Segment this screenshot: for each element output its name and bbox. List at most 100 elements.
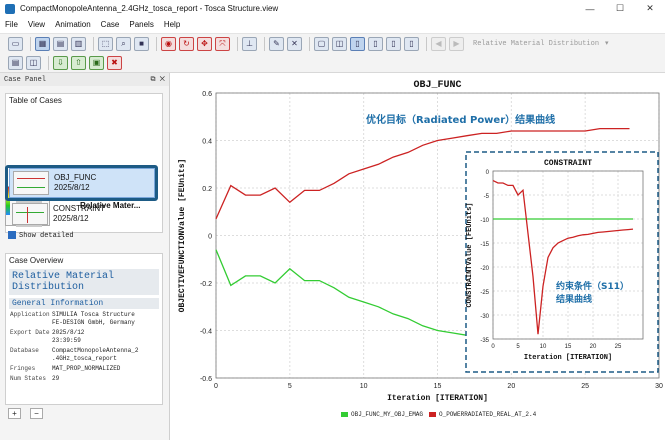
- show-detailed-checkbox[interactable]: Show detailed: [8, 231, 74, 240]
- select-icon[interactable]: ⬚: [98, 36, 113, 51]
- import-icon[interactable]: ⇧: [71, 55, 86, 70]
- menu-help[interactable]: Help: [159, 20, 185, 29]
- y-tick-label: -0.2: [200, 281, 212, 288]
- y-axis-label: CONSTRAINTValue [FEUnits]: [466, 202, 474, 307]
- y-tick-label: -0.4: [200, 329, 212, 336]
- layout-5-icon[interactable]: ▯: [386, 36, 401, 51]
- checkbox-icon[interactable]: [8, 231, 16, 239]
- minimize-button[interactable]: —: [575, 0, 605, 17]
- menu-case[interactable]: Case: [96, 20, 125, 29]
- x-tick-label: 5: [288, 383, 292, 390]
- y-tick-label: 0.4: [202, 139, 212, 146]
- y-tick-label: 0.6: [202, 91, 212, 98]
- app-icon: [5, 3, 15, 14]
- clear-icon[interactable]: ✕: [287, 36, 302, 51]
- grid-icon[interactable]: ▤: [53, 36, 68, 51]
- case-item-constraint[interactable]: CONSTRAINT 2025/8/12: [9, 201, 155, 227]
- split-icon[interactable]: ◫: [26, 55, 41, 70]
- add-case-button[interactable]: +: [8, 408, 21, 419]
- panel-toggle-icon[interactable]: ▤: [8, 55, 23, 70]
- rotate-icon[interactable]: ↻: [179, 36, 194, 51]
- menu-view[interactable]: View: [23, 20, 50, 29]
- general-info-heading: General Information: [9, 298, 159, 309]
- case-panel-header: Case Panel ⧉ ✕: [0, 73, 169, 86]
- layout-6-icon[interactable]: ▯: [404, 36, 419, 51]
- info-row: Database CompactMonopoleAntenna_2 .4GHz_t…: [10, 347, 139, 362]
- y-tick-label: -5: [484, 194, 490, 200]
- x-tick-label: 30: [655, 383, 663, 390]
- x-tick-label: 0: [214, 383, 218, 390]
- x-tick-label: 25: [615, 344, 622, 350]
- record-icon[interactable]: ◉: [161, 36, 176, 51]
- open-icon[interactable]: ▭: [8, 36, 23, 51]
- y-tick-label: -0.6: [200, 376, 212, 383]
- maximize-button[interactable]: ☐: [605, 0, 635, 17]
- y-tick-label: -10: [480, 218, 489, 224]
- y-tick-label: -35: [480, 338, 489, 344]
- case-name: CONSTRAINT: [53, 204, 105, 213]
- chart-title: OBJ_FUNC: [413, 80, 461, 91]
- legend-label-2: O_POWERRADIATED_REAL_AT_2.4: [439, 411, 537, 418]
- x-tick-label: 15: [434, 383, 442, 390]
- zoom-icon[interactable]: ⌕: [116, 36, 131, 51]
- menu-file[interactable]: File: [0, 20, 23, 29]
- delete-icon[interactable]: ✖: [107, 55, 122, 70]
- menu-animation[interactable]: Animation: [50, 20, 96, 29]
- info-row: Fringes MAT_PROP_NORMALIZED: [10, 365, 121, 372]
- x-axis-label: Iteration [ITERATION]: [387, 394, 488, 403]
- back-icon[interactable]: ◀: [431, 36, 446, 51]
- layout-1-icon[interactable]: ▢: [314, 36, 329, 51]
- info-row: Application SIMULIA Tosca Structure FE-DE…: [10, 311, 135, 326]
- fill-icon[interactable]: ■: [134, 36, 149, 51]
- forward-icon[interactable]: ▶: [449, 36, 464, 51]
- report-icon[interactable]: ▣: [89, 55, 104, 70]
- x-tick-label: 15: [565, 344, 572, 350]
- table-icon[interactable]: ▥: [71, 36, 86, 51]
- measure-icon[interactable]: ✎: [269, 36, 284, 51]
- combo-arrow-icon[interactable]: ▾: [605, 39, 609, 48]
- close-button[interactable]: ✕: [635, 0, 665, 17]
- remove-case-button[interactable]: −: [30, 408, 43, 419]
- legend-swatch-1: [341, 412, 348, 417]
- case-thumbnail: [12, 203, 48, 225]
- chart-title: CONSTRAINT: [544, 159, 592, 168]
- objective-annotation: 优化目标（Radiated Power）结果曲线: [366, 113, 555, 126]
- pan-icon[interactable]: ✥: [197, 36, 212, 51]
- case-date: 2025/8/12: [53, 214, 89, 223]
- menu-panels[interactable]: Panels: [124, 20, 158, 29]
- layout-4-icon[interactable]: ▯: [368, 36, 383, 51]
- layout-2-icon[interactable]: ◫: [332, 36, 347, 51]
- title-bar: CompactMonopoleAntenna_2.4GHz_tosca_repo…: [0, 0, 665, 17]
- x-tick-label: 20: [590, 344, 597, 350]
- constraint-annotation-line1: 约束条件（S11）: [556, 280, 629, 292]
- chart-canvas: OBJ_FUNC -0.6 -0.4 -0.2 0 0.2 0.4 0.6 0 5 10 15 20 25…: [178, 80, 663, 418]
- transform-icon[interactable]: ⤧: [215, 36, 230, 51]
- selection-highlight: [5, 165, 158, 201]
- y-tick-label: -30: [480, 314, 489, 320]
- show-detailed-label: Show detailed: [19, 231, 74, 240]
- secondary-toolbar: ▤ ◫ ⇩ ⇧ ▣ ✖: [0, 53, 665, 73]
- overview-heading: Relative Material Distribution: [9, 269, 159, 295]
- case-overview: Case Overview Relative Material Distribu…: [5, 253, 163, 405]
- axis-icon[interactable]: ⊥: [242, 36, 257, 51]
- y-axis-label: OBJECTIVEFUNCTIONValue [FEUnits]: [178, 159, 187, 313]
- x-tick-label: 10: [360, 383, 368, 390]
- result-combo[interactable]: Relative Material Distribution: [473, 40, 599, 48]
- view-mode-icon[interactable]: ▦: [35, 36, 50, 51]
- main-toolbar: ▭ ▦ ▤ ▥ ⬚ ⌕ ■ ◉ ↻ ✥ ⤧ ⊥ ✎ ✕ ▢ ◫ ▯ ▯ ▯ ▯ …: [0, 33, 665, 53]
- y-tick-label: 0.2: [202, 186, 212, 193]
- export-icon[interactable]: ⇩: [53, 55, 68, 70]
- menu-bar: File View Animation Case Panels Help: [0, 17, 665, 32]
- info-row: Num States 29: [10, 375, 60, 382]
- case-overview-title: Case Overview: [9, 256, 64, 265]
- x-tick-label: 20: [507, 383, 515, 390]
- layout-3-icon[interactable]: ▯: [350, 36, 365, 51]
- dock-close-icon[interactable]: ⧉ ✕: [150, 76, 165, 84]
- y-tick-label: -15: [480, 242, 489, 248]
- legend-label-1: OBJ_FUNC_MY_OBJ_EMAG: [351, 411, 423, 418]
- x-tick-label: 10: [540, 344, 547, 350]
- x-axis-label: Iteration [ITERATION]: [524, 354, 612, 362]
- case-panel-title: Case Panel: [4, 75, 47, 84]
- legend-swatch-2: [429, 412, 436, 417]
- x-tick-label: 25: [581, 383, 589, 390]
